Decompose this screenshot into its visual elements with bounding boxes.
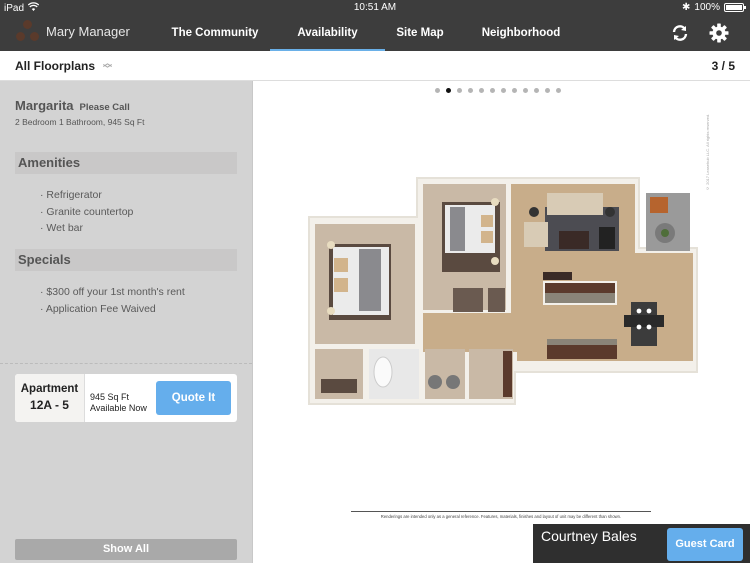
list-item: · $300 off your 1st month's rent	[40, 286, 185, 298]
amenities-heading: Amenities	[15, 152, 237, 174]
apartment-label: Apartment	[20, 383, 79, 395]
quote-it-button[interactable]: Quote It	[156, 381, 231, 415]
apartment-size: 945 Sq Ft	[90, 392, 130, 402]
status-bar: iPad 10:51 AM ✱ 100%	[0, 0, 750, 15]
specials-list: · $300 off your 1st month's rent · Appli…	[40, 284, 185, 317]
carousel-dot[interactable]	[446, 88, 451, 93]
carousel-dot[interactable]	[512, 88, 517, 93]
refresh-icon[interactable]	[668, 21, 692, 45]
floorplan-rendering	[308, 177, 698, 405]
apartment-availability: Available Now	[90, 403, 147, 413]
user-name: Mary Manager	[46, 23, 130, 39]
battery-percent: 100%	[694, 2, 720, 13]
tab-site-map[interactable]: Site Map	[385, 15, 455, 51]
copyright-text: © 2017 Leasehub LLC. All rights reserved…	[705, 113, 710, 191]
guest-bar: Courtney Bales Guest Card	[533, 524, 750, 563]
carousel-dot[interactable]	[534, 88, 539, 93]
carousel-dot[interactable]	[545, 88, 550, 93]
tab-the-community[interactable]: The Community	[160, 15, 270, 51]
battery-icon	[724, 3, 746, 12]
company-logo-icon	[14, 19, 40, 43]
floorplan-details-panel: Margarita Please Call 2 Bedroom 1 Bathroo…	[0, 81, 252, 563]
list-item: · Wet bar	[40, 222, 83, 234]
floorplan-description: 2 Bedroom 1 Bathroom, 945 Sq Ft	[15, 117, 145, 127]
apartment-number: 12A - 5	[30, 398, 69, 412]
guest-name: Courtney Bales	[541, 528, 637, 544]
tab-availability[interactable]: Availability	[270, 15, 385, 51]
list-item: · Refrigerator	[40, 189, 102, 201]
carousel-dot[interactable]	[523, 88, 528, 93]
page-indicator: 3 / 5	[711, 59, 735, 73]
laundry	[425, 349, 465, 399]
bluetooth-icon: ✱	[682, 2, 691, 13]
filter-bar: All Floorplans ︿ ﹀ 3 / 5	[0, 51, 750, 81]
battery-fill	[726, 5, 742, 10]
carousel-dot[interactable]	[435, 88, 440, 93]
gear-icon[interactable]	[707, 21, 731, 45]
carousel-dot[interactable]	[457, 88, 462, 93]
sort-updown-icon: ︿ ﹀	[103, 58, 113, 74]
carousel-dot[interactable]	[501, 88, 506, 93]
top-nav: Mary Manager The Community Availability …	[0, 15, 750, 51]
show-all-button[interactable]: Show All	[15, 539, 237, 560]
carousel-dots	[435, 88, 561, 93]
apartment-unit: Apartment 12A - 5	[15, 374, 85, 422]
apartment-info: 945 Sq Ft Available Now	[90, 392, 147, 414]
list-item: · Granite countertop	[40, 205, 134, 218]
availability-note: Please Call	[79, 102, 130, 113]
apartment-card[interactable]: Apartment 12A - 5 945 Sq Ft Available No…	[15, 374, 237, 422]
divider	[0, 363, 252, 364]
clock: 10:51 AM	[353, 2, 397, 13]
carousel-dot[interactable]	[479, 88, 484, 93]
tab-neighborhood[interactable]: Neighborhood	[470, 15, 572, 51]
list-item: · Application Fee Waived	[40, 302, 156, 315]
user-menu[interactable]: Mary Manager	[14, 19, 130, 43]
guest-card-button[interactable]: Guest Card	[667, 528, 743, 561]
carousel-dot[interactable]	[556, 88, 561, 93]
carousel-dot[interactable]	[490, 88, 495, 93]
specials-heading: Specials	[15, 249, 237, 271]
floorplan-name: Margarita	[15, 98, 74, 113]
amenities-list: · Refrigerator · Granite countertop · We…	[40, 187, 133, 237]
rendering-disclaimer: Renderings are intended only as a genera…	[351, 511, 651, 519]
floorplan-title: Margarita Please Call	[15, 98, 130, 113]
floorplan-viewer[interactable]: © 2017 Leasehub LLC. All rights reserved…	[252, 81, 750, 563]
floorplan-filter-label: All Floorplans	[15, 59, 96, 73]
carousel-dot[interactable]	[468, 88, 473, 93]
floorplan-filter-select[interactable]: All Floorplans ︿ ﹀	[15, 58, 113, 74]
